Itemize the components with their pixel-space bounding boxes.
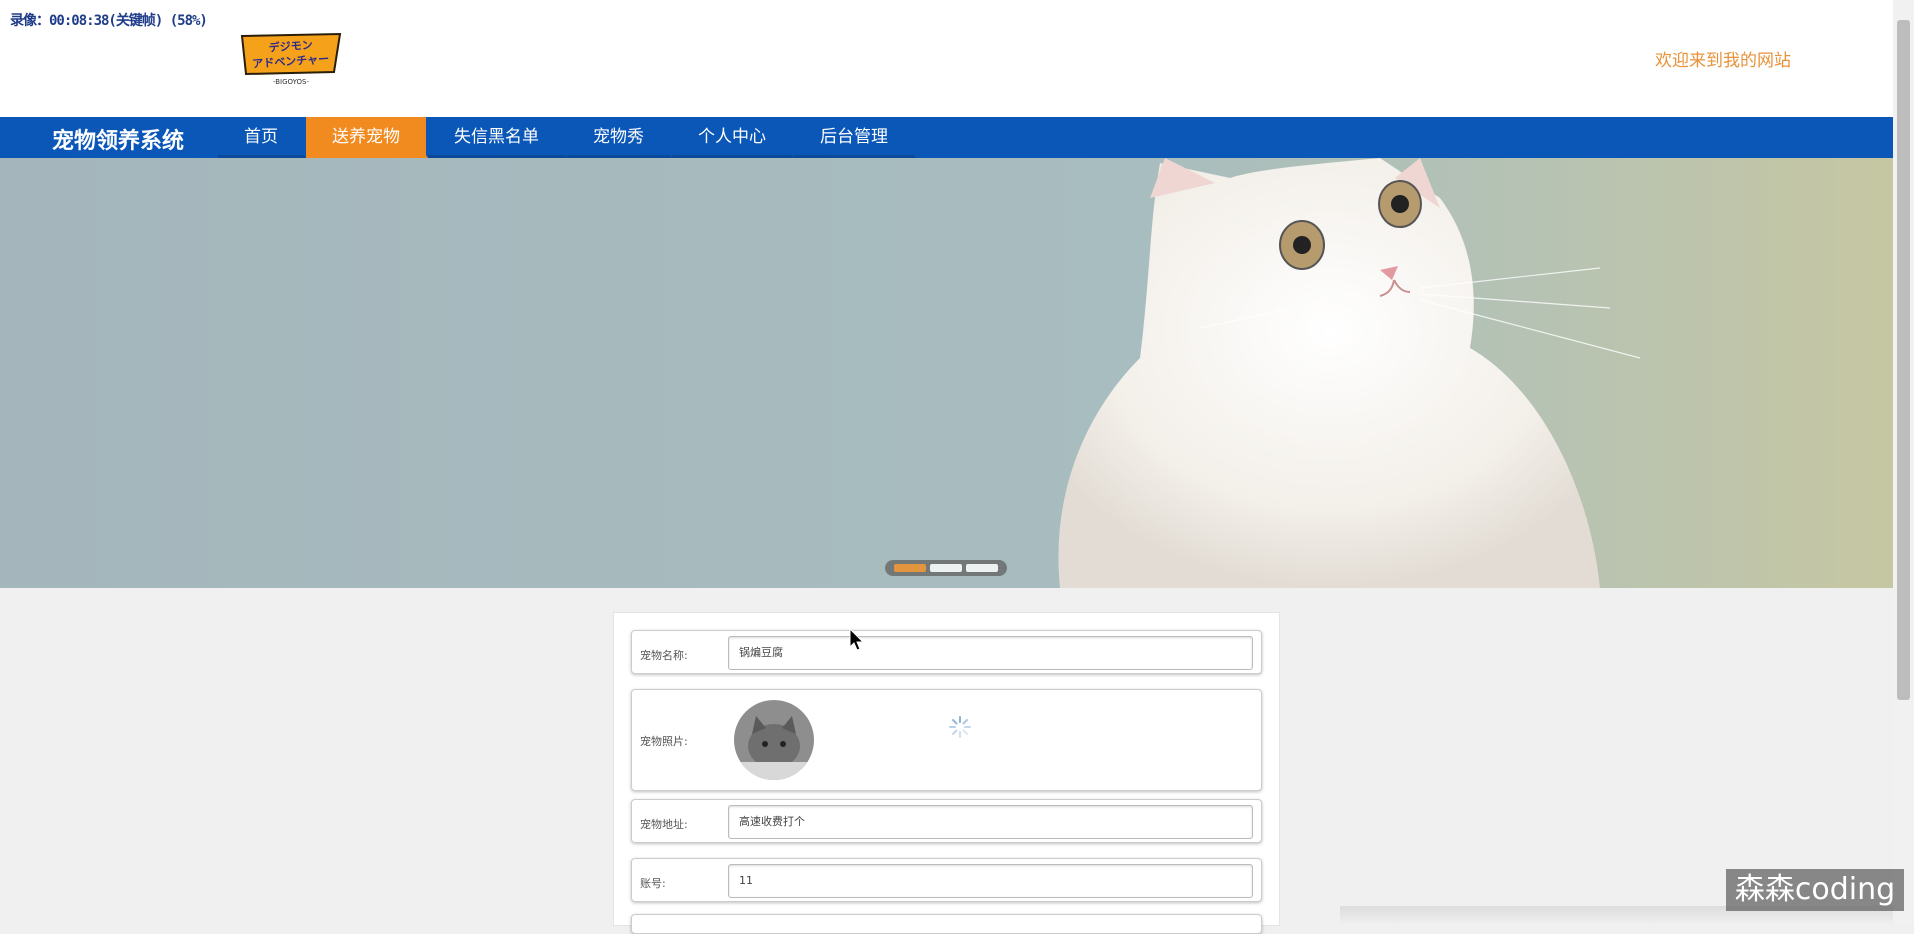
nav-menu: 首页 送养宠物 失信黑名单 宠物秀 个人中心 后台管理 bbox=[218, 117, 916, 158]
page-scrollbar[interactable] bbox=[1893, 0, 1914, 924]
account-input[interactable]: 11 bbox=[728, 864, 1253, 898]
pet-address-label: 宠物地址: bbox=[640, 818, 688, 831]
form-row-photo: 宠物照片: bbox=[631, 689, 1262, 791]
carousel-dot-1[interactable] bbox=[894, 564, 926, 572]
main-nav: 宠物领养系统 首页 送养宠物 失信黑名单 宠物秀 个人中心 后台管理 bbox=[0, 117, 1893, 158]
pet-address-input[interactable]: 高速收费打个 bbox=[728, 805, 1253, 839]
nav-item-pet-show[interactable]: 宠物秀 bbox=[567, 117, 672, 158]
form-row-name: 宠物名称: 锅煸豆腐 bbox=[631, 630, 1262, 674]
watermark: 森森coding bbox=[1726, 869, 1904, 911]
recording-overlay: 录像：00:08:38(关键帧) (58%) bbox=[10, 13, 208, 29]
nav-item-adopt-out[interactable]: 送养宠物 bbox=[306, 117, 428, 158]
page: 录像：00:08:38(关键帧) (58%) デジモン アドベンチャー -BIG… bbox=[0, 0, 1893, 934]
hero-banner[interactable] bbox=[0, 158, 1893, 588]
site-header: デジモン アドベンチャー -BIGOYOS- 欢迎来到我的网站 bbox=[0, 0, 1893, 117]
account-label: 账号: bbox=[640, 877, 666, 890]
pet-photo-label: 宠物照片: bbox=[640, 735, 688, 748]
form-row-account: 账号: 11 bbox=[631, 858, 1262, 902]
carousel-indicators bbox=[885, 560, 1007, 576]
pet-form-panel: 宠物名称: 锅煸豆腐 宠物照片: 宠物地址: 高速收费打个 账号: 11 bbox=[613, 612, 1280, 934]
nav-item-blacklist[interactable]: 失信黑名单 bbox=[428, 117, 567, 158]
form-row-address: 宠物地址: 高速收费打个 bbox=[631, 799, 1262, 843]
kitten-image bbox=[1058, 158, 1641, 588]
mouse-cursor-icon bbox=[849, 627, 865, 656]
nav-item-admin[interactable]: 后台管理 bbox=[794, 117, 916, 158]
site-logo[interactable]: デジモン アドベンチャー -BIGOYOS- bbox=[236, 32, 346, 88]
pet-name-input[interactable]: 锅煸豆腐 bbox=[728, 636, 1253, 670]
scrollbar-thumb[interactable] bbox=[1897, 20, 1910, 700]
carousel-dot-2[interactable] bbox=[930, 564, 962, 572]
pet-name-label: 宠物名称: bbox=[640, 649, 688, 662]
brand-title[interactable]: 宠物领养系统 bbox=[52, 123, 184, 155]
carousel-dot-3[interactable] bbox=[966, 564, 998, 572]
svg-text:-BIGOYOS-: -BIGOYOS- bbox=[273, 78, 310, 86]
pet-photo-avatar[interactable] bbox=[734, 700, 814, 780]
loading-spinner-icon bbox=[948, 715, 972, 743]
nav-item-profile[interactable]: 个人中心 bbox=[672, 117, 794, 158]
nav-item-home[interactable]: 首页 bbox=[218, 117, 306, 158]
form-row-next bbox=[631, 914, 1262, 934]
welcome-text: 欢迎来到我的网站 bbox=[1655, 51, 1791, 71]
